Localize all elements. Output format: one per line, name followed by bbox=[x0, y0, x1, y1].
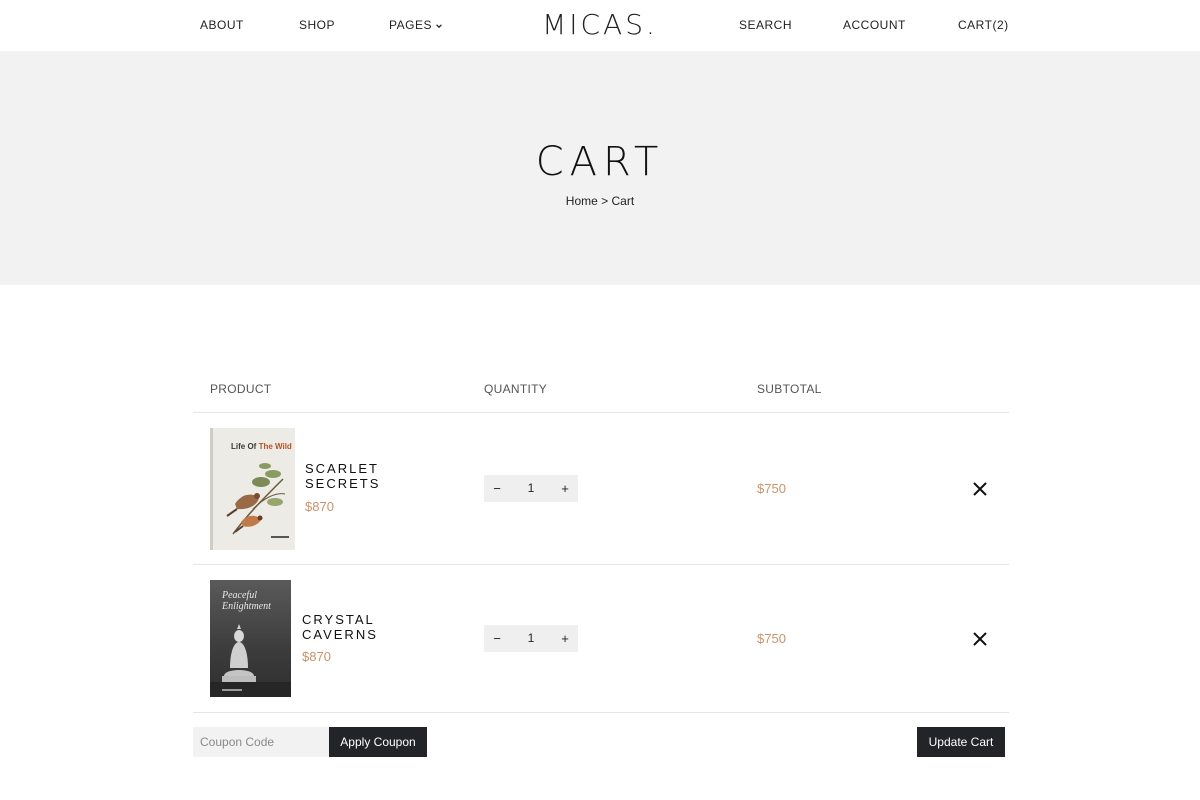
cart-row: Peaceful Enlightment CRYSTAL CAVERNS $87… bbox=[193, 565, 1009, 715]
product-price: $870 bbox=[302, 649, 331, 664]
page-title: CART bbox=[535, 139, 665, 185]
product-name[interactable]: SCARLET SECRETS bbox=[305, 461, 415, 491]
quantity-stepper: − + bbox=[484, 475, 578, 502]
book-cover-title: Life Of The Wild bbox=[231, 442, 292, 451]
bird-illustration-icon bbox=[226, 463, 286, 535]
cart-row: Life Of The Wild SCARLET SECRETS $870 − … bbox=[193, 413, 1009, 563]
quantity-increase-button[interactable]: + bbox=[552, 475, 578, 502]
site-logo[interactable]: MICAS. bbox=[0, 8, 1200, 41]
breadcrumb-separator: > bbox=[601, 194, 609, 208]
row-subtotal: $750 bbox=[757, 631, 786, 646]
book-author-mark bbox=[271, 536, 289, 538]
close-icon[interactable] bbox=[972, 481, 988, 497]
breadcrumb: Home > Cart bbox=[0, 194, 1200, 208]
quantity-input[interactable] bbox=[510, 625, 552, 652]
row-subtotal: $750 bbox=[757, 481, 786, 496]
apply-coupon-button[interactable]: Apply Coupon bbox=[329, 727, 427, 757]
coupon-code-input[interactable] bbox=[193, 727, 329, 757]
breadcrumb-home-link[interactable]: Home bbox=[566, 194, 598, 208]
nav-account-link[interactable]: ACCOUNT bbox=[843, 18, 906, 32]
quantity-increase-button[interactable]: + bbox=[552, 625, 578, 652]
quantity-decrease-button[interactable]: − bbox=[484, 625, 510, 652]
table-divider bbox=[193, 712, 1009, 713]
quantity-decrease-button[interactable]: − bbox=[484, 475, 510, 502]
product-name[interactable]: CRYSTAL CAVERNS bbox=[302, 612, 412, 642]
quantity-stepper: − + bbox=[484, 625, 578, 652]
column-header-product: PRODUCT bbox=[210, 382, 272, 396]
page-hero: CART Home > Cart bbox=[0, 51, 1200, 285]
site-header: ABOUT SHOP PAGES MICAS. SEARCH ACCOUNT C… bbox=[0, 0, 1200, 51]
product-image-scarlet-secrets[interactable]: Life Of The Wild bbox=[210, 428, 295, 550]
nav-cart-link[interactable]: CART(2) bbox=[958, 18, 1009, 32]
buddha-statue-icon bbox=[210, 624, 291, 697]
product-price: $870 bbox=[305, 499, 334, 514]
update-cart-button[interactable]: Update Cart bbox=[917, 727, 1005, 757]
quantity-input[interactable] bbox=[510, 475, 552, 502]
nav-search-link[interactable]: SEARCH bbox=[739, 18, 792, 32]
column-header-quantity: QUANTITY bbox=[484, 382, 548, 396]
close-icon[interactable] bbox=[972, 631, 988, 647]
breadcrumb-current: Cart bbox=[611, 194, 635, 208]
product-image-crystal-caverns[interactable]: Peaceful Enlightment bbox=[210, 580, 291, 697]
column-header-subtotal: SUBTOTAL bbox=[757, 382, 822, 396]
